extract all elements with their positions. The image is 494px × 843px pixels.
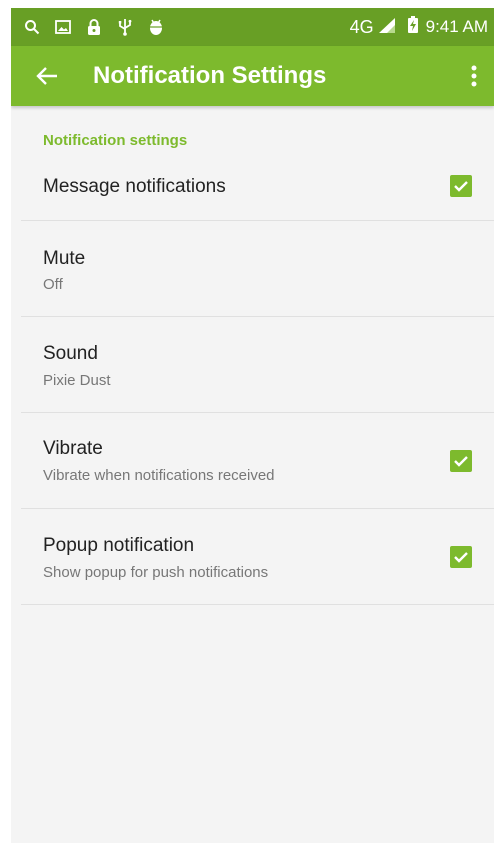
pref-vibrate[interactable]: Vibrate Vibrate when notifications recei… [21,413,494,509]
arrow-back-icon[interactable] [33,62,61,90]
pref-mute[interactable]: Mute Off [21,221,494,317]
popup-notification-checkbox[interactable] [450,546,472,568]
clock: 9:41 AM [425,17,488,36]
page-title: Notification Settings [93,62,327,89]
check-icon [454,181,468,192]
status-bar-notification-icons [23,8,178,46]
pref-message-notifications[interactable]: Message notifications [21,154,494,221]
more-vert-icon[interactable] [464,62,484,90]
pref-title: Message notifications [43,176,226,197]
pref-summary: Show popup for push notifications [43,564,269,581]
android-debug-icon [147,18,165,36]
search-icon [23,18,41,36]
screen: 4G 9:41 AM Notification Settings Notific… [11,8,494,843]
pref-popup-notification[interactable]: Popup notification Show popup for push n… [21,509,494,605]
pref-sound[interactable]: Sound Pixie Dust [21,317,494,413]
app-bar: Notification Settings [11,46,494,106]
pref-title: Sound [43,343,98,364]
lock-icon [85,18,103,36]
section-header: Notification settings [43,132,188,149]
vibrate-checkbox[interactable] [450,450,472,472]
check-icon [454,456,468,467]
pref-summary: Vibrate when notifications received [43,467,275,484]
pref-title: Vibrate [43,438,103,459]
pref-title: Mute [43,248,86,269]
battery-charging-icon [407,16,418,38]
message-notifications-checkbox[interactable] [450,175,472,197]
pref-title: Popup notification [43,535,195,556]
network-type-label: 4G [349,16,374,37]
usb-icon [116,18,134,36]
signal-icon [378,17,396,38]
status-bar: 4G 9:41 AM [11,8,494,46]
pref-summary: Pixie Dust [43,372,111,389]
check-icon [454,552,468,563]
pref-summary: Off [43,276,63,293]
gallery-icon [54,18,72,36]
status-bar-system-icons: 4G 9:41 AM [350,8,488,46]
